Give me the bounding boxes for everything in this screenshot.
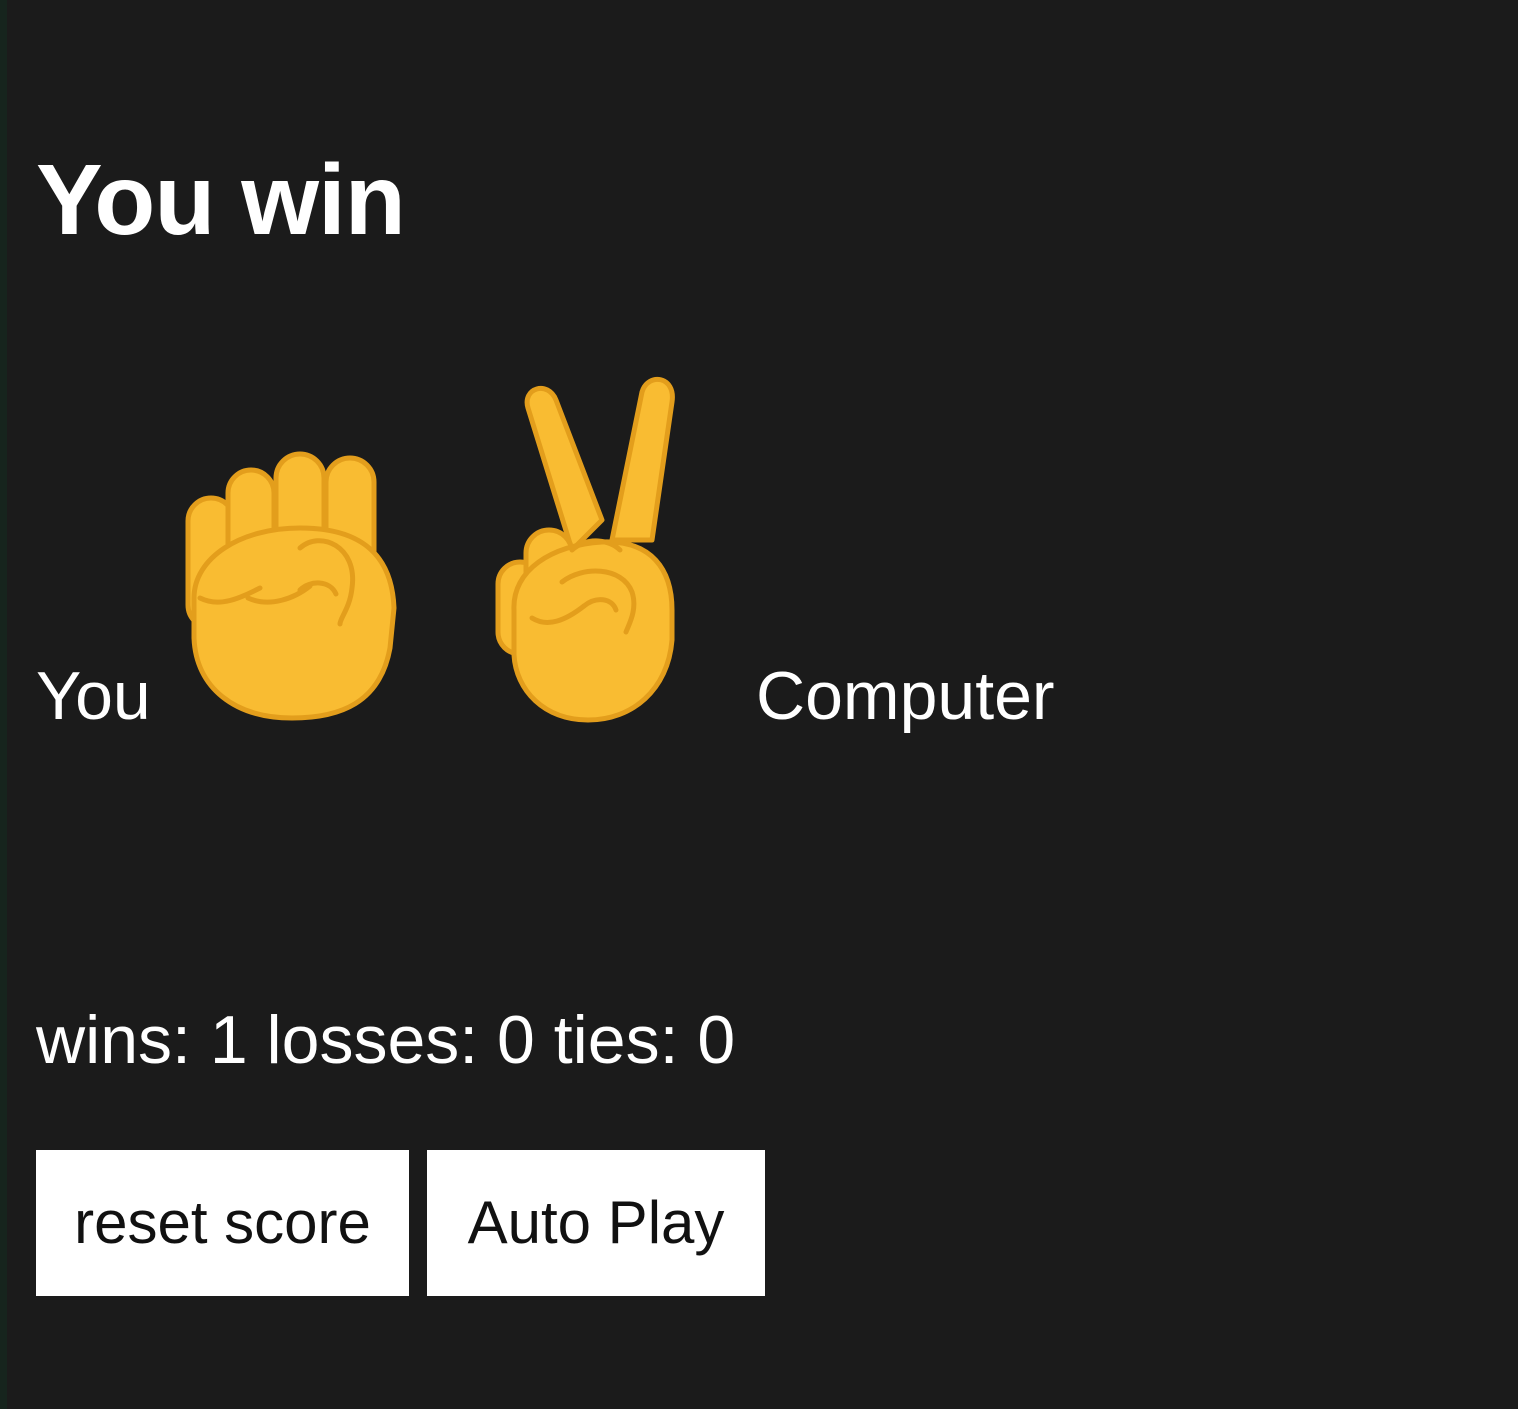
auto-play-button[interactable]: Auto Play (427, 1150, 765, 1296)
window-edge (0, 0, 7, 1409)
score-display: wins: 1 losses: 0 ties: 0 (36, 1002, 736, 1078)
reset-score-button[interactable]: reset score (36, 1150, 409, 1296)
player-label: You (36, 658, 151, 734)
scissors-icon (495, 376, 675, 723)
computer-label: Computer (756, 658, 1055, 734)
result-title: You win (36, 144, 406, 256)
rock-icon (185, 451, 397, 721)
